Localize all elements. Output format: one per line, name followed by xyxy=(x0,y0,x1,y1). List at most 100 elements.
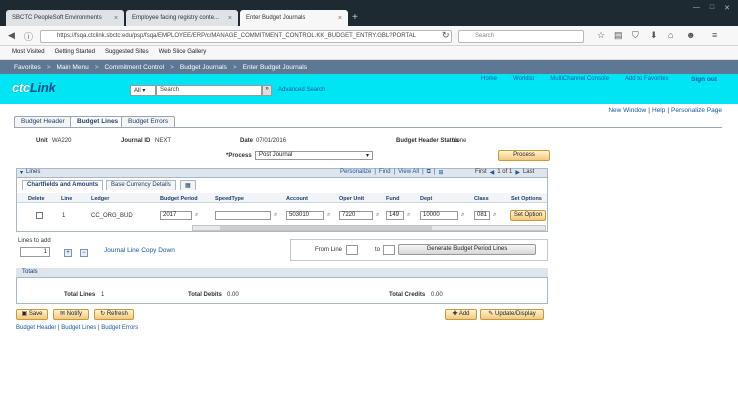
search-icon[interactable]: ⌕ xyxy=(376,212,379,219)
lines-to-add-input[interactable]: 1 xyxy=(20,247,50,257)
bookmark-suggested-sites[interactable]: Suggested Sites xyxy=(105,49,149,56)
search-input[interactable]: Search xyxy=(156,85,262,96)
tab-budget-errors[interactable]: Budget Errors xyxy=(121,116,176,127)
help-link[interactable]: Help xyxy=(652,107,665,114)
from-line-input[interactable] xyxy=(346,245,358,255)
bookmark-star-icon[interactable]: ☆ xyxy=(597,30,605,41)
col-delete: Delete xyxy=(28,196,45,202)
class-input[interactable]: 081 xyxy=(474,211,490,220)
subtab-chartfields-amounts[interactable]: Chartfields and Amounts xyxy=(22,180,104,190)
shield-icon[interactable]: ⛉ xyxy=(632,30,639,41)
search-icon[interactable]: ⌕ xyxy=(493,212,496,219)
add-row-icon[interactable]: + xyxy=(64,249,72,257)
maximize-icon[interactable]: □ xyxy=(710,4,714,12)
close-icon[interactable]: × xyxy=(114,15,118,22)
scrollbar-thumb[interactable] xyxy=(220,226,432,230)
search-icon[interactable]: ⌕ xyxy=(461,212,464,219)
ledger-value: CC_ORG_BUD xyxy=(91,213,133,219)
download-icon[interactable]: ⬇ xyxy=(650,30,658,41)
nav-commitment-control[interactable]: Commitment Control xyxy=(104,64,164,71)
close-icon[interactable]: × xyxy=(338,15,342,22)
footer-link-budget-errors[interactable]: Budget Errors xyxy=(101,325,138,331)
browser-tab-sbctc[interactable]: SBCTC PeopleSoft Environments × xyxy=(6,10,124,26)
search-icon[interactable]: ⌕ xyxy=(327,212,330,219)
browser-tab-employee[interactable]: Employee facing registry conte... × xyxy=(126,10,238,26)
close-icon[interactable]: × xyxy=(228,15,232,22)
process-select[interactable]: Post Journal ▾ xyxy=(255,151,373,160)
search-scope-select[interactable]: All ▾ xyxy=(130,85,156,96)
bookmark-getting-started[interactable]: Getting Started xyxy=(55,49,95,56)
search-icon[interactable]: ⌕ xyxy=(407,212,410,219)
total-credits-value: 0.00 xyxy=(431,292,443,298)
minimize-icon[interactable]: — xyxy=(693,4,700,12)
tab-budget-header[interactable]: Budget Header xyxy=(14,116,72,127)
nav-budget-journals[interactable]: Budget Journals xyxy=(180,64,227,71)
subtab-base-currency[interactable]: Base Currency Details xyxy=(106,180,176,190)
totals-header xyxy=(16,268,548,278)
refresh-button[interactable]: ↻ Refresh xyxy=(94,309,134,320)
personalize-page-link[interactable]: Personalize Page xyxy=(671,107,722,114)
nav-main-menu[interactable]: Main Menu xyxy=(57,64,89,71)
lines-to-add-label: Lines to add xyxy=(18,238,51,244)
browser-search-input[interactable]: Search xyxy=(458,30,584,43)
advanced-search-link[interactable]: Advanced Search xyxy=(278,87,325,93)
fund-input[interactable]: 149 xyxy=(386,211,404,220)
date-label: Date xyxy=(240,138,254,144)
search-icon[interactable]: ⌕ xyxy=(195,212,198,219)
to-line-input[interactable] xyxy=(383,245,395,255)
account-input[interactable]: 503010 xyxy=(286,211,324,220)
collapse-icon[interactable]: ▾ xyxy=(20,169,23,176)
new-tab-icon[interactable]: + xyxy=(352,12,358,23)
link-add-to-favorites[interactable]: Add to Favorites xyxy=(625,76,669,82)
total-debits-label: Total Debits xyxy=(188,292,222,298)
home-icon[interactable]: ⌂ xyxy=(668,30,673,40)
window-controls: — □ ✕ xyxy=(693,4,730,12)
nav-favorites[interactable]: Favorites xyxy=(14,64,41,71)
journal-line-copy-down-link[interactable]: Journal Line Copy Down xyxy=(104,247,175,254)
zoom-grid-icon[interactable]: ⊞ xyxy=(438,169,443,176)
bookmark-most-visited[interactable]: Most Visited xyxy=(12,49,45,56)
bookmark-web-slice-gallery[interactable]: Web Slice Gallery xyxy=(159,49,207,56)
budget-period-input[interactable]: 2017 xyxy=(160,211,192,220)
link-worklist[interactable]: Worklist xyxy=(513,76,534,82)
speedtype-input[interactable] xyxy=(215,211,271,220)
search-go-button[interactable]: » xyxy=(262,85,272,96)
notify-button[interactable]: ✉ Notify xyxy=(53,309,89,320)
oper-unit-input[interactable]: 7220 xyxy=(339,211,373,220)
reload-icon[interactable]: ↻ xyxy=(442,30,450,41)
link-multichannel-console[interactable]: MultiChannel Console xyxy=(550,76,609,82)
browser-tab-enter-budget-journals[interactable]: Enter Budget Journals × xyxy=(240,10,348,26)
new-window-link[interactable]: New Window xyxy=(608,107,646,114)
link-home[interactable]: Home xyxy=(481,76,497,82)
last-link[interactable]: Last xyxy=(523,169,534,176)
next-icon[interactable]: ▶ xyxy=(515,169,520,176)
reader-icon[interactable]: ▤ xyxy=(614,30,623,41)
process-button[interactable]: Process xyxy=(498,150,550,161)
close-window-icon[interactable]: ✕ xyxy=(724,4,730,12)
view-all-link[interactable]: View All xyxy=(398,169,419,176)
first-link[interactable]: First xyxy=(475,169,487,176)
delete-row-icon[interactable]: − xyxy=(80,249,88,257)
update-display-button[interactable]: ✎ Update/Display xyxy=(480,309,544,320)
personalize-link[interactable]: Personalize xyxy=(340,169,371,176)
nav-enter-budget-journals[interactable]: Enter Budget Journals xyxy=(243,64,307,71)
find-link[interactable]: Find xyxy=(379,169,391,176)
prev-icon[interactable]: ◀ xyxy=(490,169,495,176)
pocket-icon[interactable]: ☻ xyxy=(686,30,695,40)
delete-checkbox[interactable] xyxy=(36,212,43,219)
dept-input[interactable]: 10000 xyxy=(420,211,458,220)
footer-link-budget-header[interactable]: Budget Header xyxy=(16,325,56,331)
search-icon[interactable]: ⌕ xyxy=(274,212,277,219)
info-icon[interactable]: ⓘ xyxy=(24,30,33,43)
save-button[interactable]: ▣ Save xyxy=(16,309,48,320)
add-button[interactable]: ✚ Add xyxy=(445,309,477,320)
menu-icon[interactable]: ≡ xyxy=(712,30,717,40)
set-options-button[interactable]: Set Option xyxy=(510,210,546,221)
footer-link-budget-lines[interactable]: Budget Lines xyxy=(61,325,96,331)
download-grid-icon[interactable]: ⧉ xyxy=(427,169,431,176)
url-bar[interactable]: https://fsqa.ctclink.sbctc.edu/psp/fsqa/… xyxy=(40,30,452,43)
generate-budget-period-lines-button[interactable]: Generate Budget Period Lines xyxy=(398,244,536,255)
sign-out-link[interactable]: Sign out xyxy=(691,76,717,83)
show-all-columns-icon[interactable]: ▦ xyxy=(180,180,196,190)
back-icon[interactable]: ◀ xyxy=(8,30,15,41)
